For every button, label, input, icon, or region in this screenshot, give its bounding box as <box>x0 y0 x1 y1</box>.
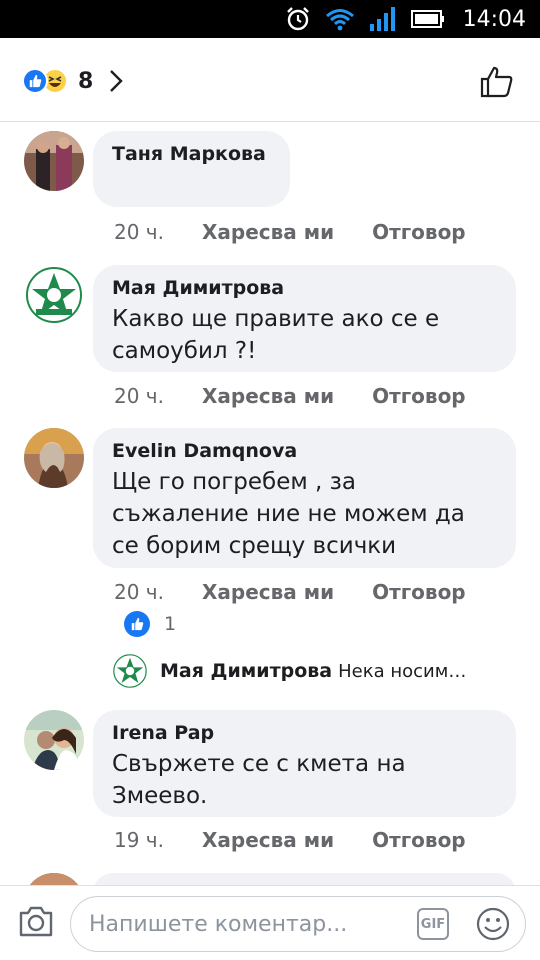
reactions-summary[interactable]: 8 <box>22 66 124 96</box>
avatar[interactable] <box>24 265 84 325</box>
reply-author[interactable]: Мая Димитрова <box>160 660 332 682</box>
comment-time: 20 ч. <box>114 384 164 408</box>
like-reaction-icon <box>124 611 150 637</box>
reply-button[interactable]: Отговор <box>372 220 466 244</box>
like-button[interactable]: Харесва ми <box>202 384 334 408</box>
comment-bubble[interactable]: Мая Димитрова Какво ще правите ако се е … <box>93 265 516 372</box>
comments-list[interactable]: Таня Маркова 20 ч. Харесва ми Отговор Ма… <box>0 123 540 885</box>
comment-bubble[interactable]: Evelin Damqnova Ще го погребем , за съжа… <box>93 428 516 568</box>
avatar[interactable] <box>24 710 84 770</box>
signal-icon <box>369 7 395 31</box>
emoji-icon[interactable] <box>475 906 511 942</box>
like-button[interactable]: Харесва ми <box>202 828 334 852</box>
avatar[interactable] <box>24 428 84 488</box>
reply-text: Нека носим… <box>338 660 467 682</box>
comment-text: Ще го погребем , за съжаление ние не мож… <box>112 469 465 559</box>
reply-button[interactable]: Отговор <box>372 384 466 408</box>
comment-placeholder: Напишете коментар... <box>89 912 348 937</box>
comment-author[interactable]: Evelin Damqnova <box>112 440 496 462</box>
comment-author[interactable]: Мая Димитрова <box>112 277 496 299</box>
status-bar: 14:04 <box>0 0 540 38</box>
like-button[interactable]: Харесва ми <box>202 220 334 244</box>
like-count: 1 <box>164 613 177 635</box>
comment-time: 19 ч. <box>114 828 164 852</box>
reaction-count: 8 <box>78 68 94 94</box>
like-reaction-icon <box>22 68 48 94</box>
status-icons: 14:04 <box>285 0 526 38</box>
comment-actions: 20 ч. Харесва ми Отговор <box>114 220 466 244</box>
comment-author[interactable]: Таня Маркова <box>112 143 270 165</box>
avatar[interactable] <box>24 873 84 885</box>
alarm-icon <box>286 7 309 31</box>
avatar[interactable] <box>24 131 84 191</box>
comment-bubble[interactable] <box>93 873 516 885</box>
comment-bubble[interactable]: Irena Pap Свържете се с кмета на Змеево. <box>93 710 516 817</box>
camera-icon[interactable] <box>18 904 54 938</box>
comment-actions: 20 ч. Харесва ми Отговор <box>114 384 466 408</box>
comment-time: 20 ч. <box>114 580 164 604</box>
comment-likes[interactable]: 1 <box>124 611 176 637</box>
battery-icon <box>410 10 444 28</box>
like-button[interactable]: Харесва ми <box>202 580 334 604</box>
clock: 14:04 <box>462 6 526 32</box>
thumbs-up-icon[interactable] <box>480 66 514 98</box>
reply-preview[interactable]: Мая Димитрова Нека носим… <box>112 653 466 689</box>
comment-composer: Напишете коментар... GIF <box>0 885 540 960</box>
wifi-icon <box>325 9 354 31</box>
comment-author[interactable]: Irena Pap <box>112 722 496 744</box>
reply-button[interactable]: Отговор <box>372 828 466 852</box>
chevron-right-icon[interactable] <box>109 69 124 93</box>
comment-actions: 20 ч. Харесва ми Отговор <box>114 580 466 604</box>
comment-text: Какво ще правите ако се е самоубил ?! <box>112 306 440 364</box>
comment-time: 20 ч. <box>114 220 164 244</box>
reply-button[interactable]: Отговор <box>372 580 466 604</box>
comment-actions: 19 ч. Харесва ми Отговор <box>114 828 466 852</box>
gif-button[interactable]: GIF <box>417 908 449 940</box>
avatar[interactable] <box>112 653 148 689</box>
comment-bubble[interactable]: Таня Маркова <box>93 131 290 207</box>
comment-text: Свържете се с кмета на Змеево. <box>112 751 406 809</box>
comment-input[interactable]: Напишете коментар... GIF <box>70 896 526 952</box>
reactions-header: 8 <box>0 38 540 122</box>
